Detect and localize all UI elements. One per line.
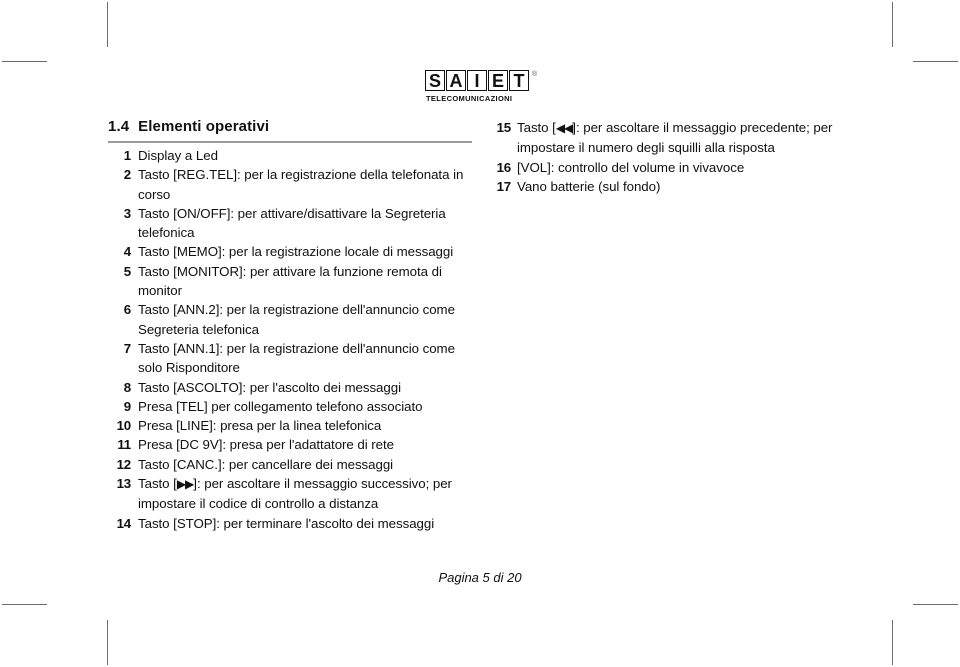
list-item: 6 Tasto [ANN.2]: per la registrazione del…: [108, 300, 478, 339]
list-item-number: 10: [116, 418, 132, 434]
list-item: 13 Tasto [▶▶]: per ascoltare il messaggio…: [108, 474, 478, 514]
list-item-number: 9: [123, 398, 131, 414]
logo-letter-e: E: [488, 70, 508, 91]
crop-mark-top-right-horizontal: [913, 61, 958, 62]
list-item-number: 14: [116, 515, 132, 531]
crop-mark-top-left-vertical: [107, 2, 108, 47]
list-item-number: 12: [116, 456, 132, 472]
list-item-label: Tasto [◀◀]: per ascoltare il messaggio p…: [517, 120, 833, 156]
list-item-number: 16: [496, 159, 512, 175]
list-item-label: Display a Led: [138, 148, 218, 163]
list-item: 9 Presa [TEL] per collegamento telefono a…: [108, 397, 478, 416]
operative-elements-list-left: 1 Display a Led 2 Tasto [REG.TEL]: per la r…: [108, 146, 478, 533]
document-page: S A I E T ® TELECOMUNICAZIONI 1.4 Element…: [0, 0, 960, 667]
registered-trademark-icon: ®: [532, 71, 538, 78]
list-item-number: 7: [123, 340, 131, 356]
logo-letter-s: S: [425, 70, 445, 91]
crop-mark-top-right-vertical: [892, 2, 893, 47]
section-heading: 1.4 Elementi operativi: [108, 118, 472, 143]
list-item-label: Tasto [▶▶]: per ascoltare il messaggio s…: [138, 476, 452, 512]
logo-subtitle: TELECOMUNICAZIONI: [426, 94, 513, 103]
operative-elements-list-right: 15 Tasto [◀◀]: per ascoltare il messaggio…: [490, 118, 865, 196]
crop-mark-bottom-right-vertical: [892, 620, 893, 665]
list-item-number: 13: [116, 476, 132, 492]
list-item-number: 6: [123, 302, 131, 318]
list-item-label: Tasto [ASCOLTO]: per l'ascolto dei messa…: [138, 379, 401, 395]
heading-divider: [108, 141, 472, 143]
saiet-logo: S A I E T ® TELECOMUNICAZIONI: [425, 70, 555, 110]
list-item-number: 1: [123, 148, 131, 163]
list-item-number: 11: [117, 437, 131, 453]
list-item-number: 15: [496, 120, 512, 135]
list-item-number: 8: [123, 379, 131, 395]
list-item: 15 Tasto [◀◀]: per ascoltare il messaggio…: [490, 118, 865, 158]
list-item: 12 Tasto [CANC.]: per cancellare dei mess…: [108, 455, 478, 474]
list-item: 1 Display a Led: [108, 146, 478, 165]
page-number-label: Pagina 5 di 20: [438, 570, 522, 585]
list-item: 10 Presa [LINE]: presa per la linea telef…: [108, 416, 478, 435]
list-item-label: Presa [DC 9V]: presa per l'adattatore di…: [138, 437, 395, 453]
list-item-number: 17: [496, 178, 512, 194]
logo-letter-t: T: [509, 70, 529, 91]
list-item-number: 3: [123, 205, 131, 221]
crop-mark-bottom-left-horizontal: [2, 604, 47, 605]
list-item: 8 Tasto [ASCOLTO]: per l'ascolto dei mess…: [108, 378, 478, 397]
list-item-label: Tasto [REG.TEL]: per la registrazione de…: [138, 167, 464, 202]
list-item: 7 Tasto [ANN.1]: per la registrazione del…: [108, 339, 478, 378]
list-item-label: Tasto [MEMO]: per la registrazione local…: [138, 244, 454, 260]
list-item-label: Tasto [ON/OFF]: per attivare/disattivare…: [138, 205, 446, 241]
list-item: 17 Vano batterie (sul fondo): [490, 177, 865, 196]
list-item-number: 4: [123, 244, 131, 260]
list-item-label: Vano batterie (sul fondo): [517, 178, 661, 194]
list-item: 14 Tasto [STOP]: per terminare l'ascolto …: [108, 514, 478, 533]
list-item: 5 Tasto [MONITOR]: per attivare la funzio…: [108, 262, 478, 301]
list-item-number: 2: [123, 167, 131, 183]
logo-letter-boxes: S A I E T ®: [425, 70, 555, 91]
crop-mark-bottom-left-vertical: [107, 620, 108, 665]
crop-mark-bottom-right-horizontal: [913, 604, 958, 605]
list-item-label: Tasto [ANN.2]: per la registrazione dell…: [138, 302, 455, 337]
list-item: 2 Tasto [REG.TEL]: per la registrazione d…: [108, 165, 478, 204]
rewind-icon: ◀◀: [555, 121, 573, 135]
list-item-label: Tasto [CANC.]: per cancellare dei messag…: [138, 456, 394, 472]
page-footer: Pagina 5 di 20: [0, 570, 960, 585]
list-item-number: 5: [123, 263, 131, 279]
list-item: 3 Tasto [ON/OFF]: per attivare/disattivar…: [108, 204, 478, 243]
list-item-label: [VOL]: controllo del volume in vivavoce: [517, 159, 745, 175]
list-item-label: Tasto [STOP]: per terminare l'ascolto de…: [138, 515, 435, 531]
list-item-label: Presa [LINE]: presa per la linea telefon…: [138, 418, 382, 434]
logo-letter-a: A: [446, 70, 466, 91]
list-item: 16 [VOL]: controllo del volume in vivavoc…: [490, 158, 865, 177]
list-item-label: Presa [TEL] per collegamento telefono as…: [138, 398, 423, 414]
section-number: 1.4: [108, 118, 130, 135]
list-item-label: Tasto [MONITOR]: per attivare la funzion…: [138, 263, 442, 299]
fast-forward-icon: ▶▶: [176, 477, 194, 492]
logo-letter-i: I: [467, 70, 487, 91]
list-item: 11 Presa [DC 9V]: presa per l'adattatore …: [108, 435, 478, 454]
list-item-label: Tasto [ANN.1]: per la registrazione dell…: [138, 340, 455, 376]
list-item: 4 Tasto [MEMO]: per la registrazione loca…: [108, 242, 478, 261]
section-title-text: Elementi operativi: [138, 118, 270, 135]
crop-mark-top-left-horizontal: [2, 61, 47, 62]
page-title: 1.4 Elementi operativi: [108, 118, 472, 136]
